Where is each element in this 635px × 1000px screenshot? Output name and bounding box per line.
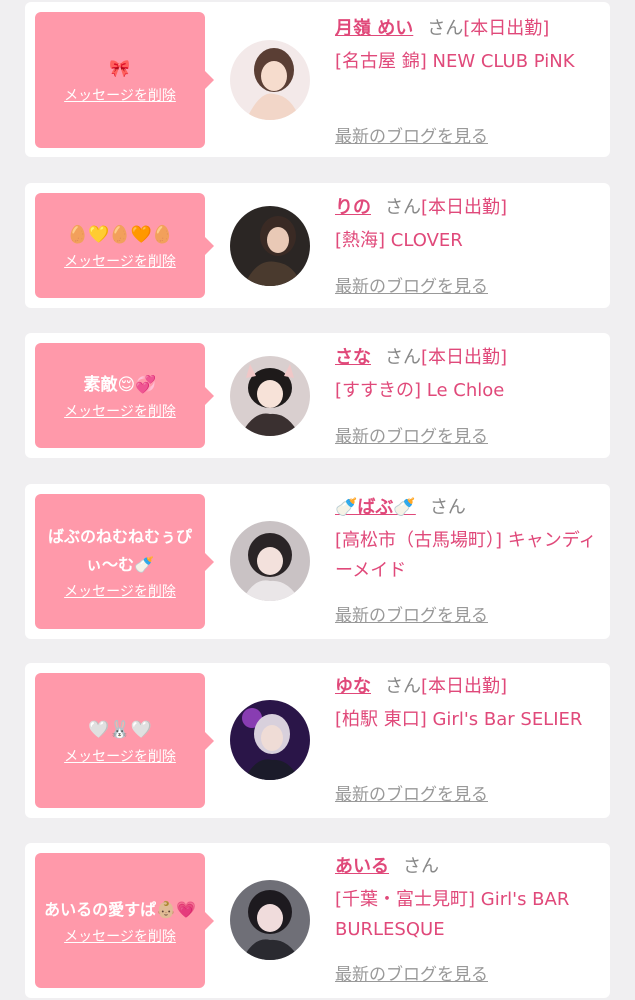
delete-message-link[interactable]: メッセージを削除	[64, 251, 176, 271]
delete-message-link[interactable]: メッセージを削除	[64, 581, 176, 601]
shop-label: [名古屋 錦] NEW CLUB PiNK	[335, 51, 575, 72]
cast-info: 🍼ばぶ🍼 さん [高松市（古馬場町）] キャンディーメイド	[335, 493, 605, 586]
shop-label: [千葉・富士見町] Girl's BAR BURLESQUE	[335, 889, 570, 940]
shop-label: [柏駅 東口] Girl's Bar SELIER	[335, 709, 583, 730]
honorific: さん	[385, 347, 421, 368]
message-text: あいるの愛すぱ👶🏼💗	[44, 899, 196, 919]
cast-name-link[interactable]: りの	[335, 197, 371, 218]
message-bubble: 🤍🐰🤍 メッセージを削除	[35, 673, 214, 808]
status-badge: [本日出勤]	[463, 18, 550, 39]
cast-name-link[interactable]: 月嶺 めい	[335, 18, 413, 39]
message-bubble: ばぶのねむねむぅぴぃ〜む🍼 メッセージを削除	[35, 494, 214, 629]
avatar[interactable]	[230, 40, 310, 120]
honorific: さん	[427, 18, 464, 39]
cast-info: あいる さん [千葉・富士見町] Girl's BAR BURLESQUE	[335, 852, 605, 945]
message-text: 🤍🐰🤍	[88, 719, 152, 740]
message-bubble: あいるの愛すぱ👶🏼💗 メッセージを削除	[35, 853, 214, 988]
cast-info: さな さん[本日出勤] [すすきの] Le Chloe	[335, 343, 605, 406]
cast-info: りの さん[本日出勤] [熱海] CLOVER	[335, 193, 605, 256]
avatar[interactable]	[230, 356, 310, 436]
honorific: さん	[429, 497, 466, 518]
message-text: 素敵😌💞	[83, 374, 157, 395]
cast-info: 月嶺 めい さん[本日出勤] [名古屋 錦] NEW CLUB PiNK	[335, 14, 605, 77]
blog-link[interactable]: 最新のブログを見る	[335, 272, 488, 297]
avatar[interactable]	[230, 521, 310, 601]
message-card: 🎀 メッセージを削除 月嶺 めい さん[本日出勤] [名古屋 錦] NEW CLU…	[25, 2, 610, 157]
message-bubble: 🎀 メッセージを削除	[35, 12, 214, 148]
message-card: 素敵😌💞 メッセージを削除 さな さん[本日出勤] [すすきの] Le Chloe…	[25, 333, 610, 458]
shop-label: [高松市（古馬場町）] キャンディーメイド	[335, 530, 597, 581]
honorific: さん	[403, 856, 439, 877]
shop-label: [すすきの] Le Chloe	[335, 380, 505, 401]
blog-link[interactable]: 最新のブログを見る	[335, 601, 488, 626]
cast-name-link[interactable]: 🍼ばぶ🍼	[335, 497, 416, 518]
cast-name-link[interactable]: さな	[335, 347, 371, 368]
honorific: さん	[385, 197, 421, 218]
cast-info: ゆな さん[本日出勤] [柏駅 東口] Girl's Bar SELIER	[335, 672, 605, 735]
message-text: ばぶのねむねむぅぴぃ〜む🍼	[47, 526, 192, 574]
message-bubble: 素敵😌💞 メッセージを削除	[35, 343, 214, 448]
cast-name-link[interactable]: あいる	[335, 856, 389, 877]
status-badge: [本日出勤]	[421, 197, 508, 218]
delete-message-link[interactable]: メッセージを削除	[64, 926, 176, 946]
avatar[interactable]	[230, 700, 310, 780]
message-text: 🎀	[109, 59, 131, 79]
message-card: 🤍🐰🤍 メッセージを削除 ゆな さん[本日出勤] [柏駅 東口] Girl's B…	[25, 663, 610, 818]
message-card: 🥚💛🥚🧡🥚 メッセージを削除 りの さん[本日出勤] [熱海] CLOVER 最新…	[25, 183, 610, 308]
avatar[interactable]	[230, 206, 310, 286]
status-badge: [本日出勤]	[421, 347, 508, 368]
delete-message-link[interactable]: メッセージを削除	[64, 401, 176, 421]
message-text: 🥚💛🥚🧡🥚	[67, 224, 173, 245]
avatar[interactable]	[230, 880, 310, 960]
blog-link[interactable]: 最新のブログを見る	[335, 960, 488, 985]
message-card: ばぶのねむねむぅぴぃ〜む🍼 メッセージを削除 🍼ばぶ🍼 さん [高松市（古馬場町）…	[25, 484, 610, 639]
honorific: さん	[385, 676, 421, 697]
blog-link[interactable]: 最新のブログを見る	[335, 122, 488, 147]
delete-message-link[interactable]: メッセージを削除	[64, 85, 176, 105]
blog-link[interactable]: 最新のブログを見る	[335, 780, 488, 805]
status-badge: [本日出勤]	[421, 676, 508, 697]
blog-link[interactable]: 最新のブログを見る	[335, 422, 488, 447]
message-card: あいるの愛すぱ👶🏼💗 メッセージを削除 あいる さん [千葉・富士見町] Girl…	[25, 843, 610, 998]
delete-message-link[interactable]: メッセージを削除	[64, 746, 176, 766]
shop-label: [熱海] CLOVER	[335, 230, 463, 251]
cast-name-link[interactable]: ゆな	[335, 676, 371, 697]
message-bubble: 🥚💛🥚🧡🥚 メッセージを削除	[35, 193, 214, 298]
